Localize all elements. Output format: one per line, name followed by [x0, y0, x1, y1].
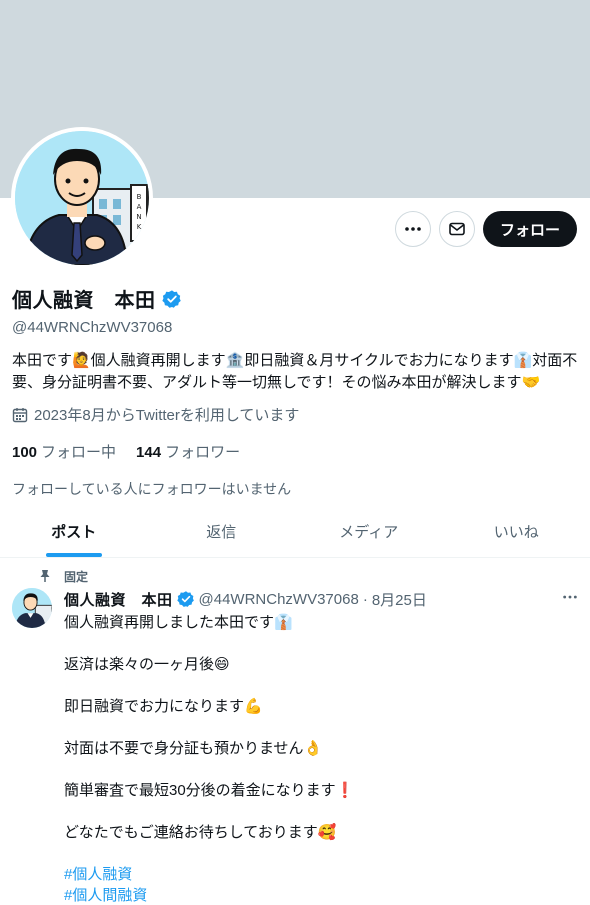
tweet-date[interactable]: 8月25日 [372, 589, 427, 610]
followed-by-text: フォローしている人にフォロワーはいません [12, 481, 292, 497]
hashtag-link[interactable]: #個人間融資 [64, 885, 578, 905]
display-name: 個人融資 本田 [12, 290, 156, 312]
tweet-line: 対面は不要で身分証も預かりません👌 [64, 740, 323, 757]
tweet-line-break [64, 675, 578, 696]
message-button[interactable] [439, 211, 475, 247]
verified-badge-icon[interactable] [161, 289, 182, 309]
followers-label: フォロワー [165, 444, 241, 461]
tab-likes[interactable]: いいね [443, 506, 590, 557]
join-date-text: 2023年8月からTwitterを利用しています [34, 407, 300, 424]
follow-stats: 100 フォロー中 144 フォロワー [12, 441, 578, 462]
tweet-line: 個人融資再開しました本田です👔 [64, 614, 293, 631]
followers-link[interactable]: 144 フォロワー [136, 441, 240, 462]
verified-badge-icon[interactable] [176, 590, 195, 608]
svg-text:A: A [137, 203, 142, 211]
tweet-line-break [64, 633, 578, 654]
pinned-indicator: 固定 [38, 568, 578, 584]
join-date: 2023年8月からTwitterを利用しています [12, 404, 578, 425]
svg-text:K: K [137, 223, 142, 231]
tweet-line-break [64, 843, 578, 864]
profile-info: 個人融資 本田 @44WRNChzWV37068 本田です🙋個人融資再開します🏦… [12, 284, 578, 499]
tweet-line: 即日融資でお力になります💪 [64, 698, 263, 715]
follow-button[interactable]: フォロー [483, 211, 577, 247]
pinned-label: 固定 [64, 569, 89, 584]
avatar-illustration [12, 588, 52, 628]
tweet-header: 個人融資 本田 @44WRNChzWV37068 · 8月25日 [64, 588, 578, 610]
tab-media[interactable]: メディア [295, 506, 443, 557]
tweet-author-handle[interactable]: @44WRNChzWV37068 [199, 591, 359, 608]
svg-text:N: N [136, 213, 141, 221]
mail-icon [449, 222, 465, 236]
profile-handle: @44WRNChzWV37068 [12, 319, 173, 336]
more-button[interactable] [395, 211, 431, 247]
pin-icon [40, 570, 50, 582]
tab-replies[interactable]: 返信 [148, 506, 296, 557]
tweet-line-break [64, 717, 578, 738]
tweet-line: どなたでもご連絡お待ちしております🥰 [64, 824, 337, 841]
tweet-text: 個人融資再開しました本田です👔 返済は楽々の一ヶ月後😄 即日融資でお力になります… [64, 612, 578, 905]
more-icon [405, 227, 421, 231]
profile-actions: フォロー [395, 211, 577, 247]
followers-count: 144 [136, 444, 162, 461]
calendar-icon [12, 407, 28, 422]
following-link[interactable]: 100 フォロー中 [12, 441, 116, 462]
profile-tabs: ポスト 返信 メディア いいね [0, 506, 590, 558]
tweet-avatar[interactable] [12, 588, 52, 628]
profile-bio: 本田です🙋個人融資再開します🏦即日融資＆月サイクルでお力になります👔対面不要、身… [12, 352, 578, 391]
more-icon [563, 595, 577, 598]
tab-posts[interactable]: ポスト [0, 506, 148, 557]
following-count: 100 [12, 444, 38, 461]
hashtag-link[interactable]: #個人融資 [64, 864, 578, 885]
avatar-illustration: B A N K [15, 131, 149, 265]
tweet-author-name[interactable]: 個人融資 本田 [64, 589, 173, 610]
tweet-line-break [64, 801, 578, 822]
tweet-line: 返済は楽々の一ヶ月後😄 [64, 656, 230, 673]
tweet-separator: · [362, 590, 368, 608]
following-label: フォロー中 [41, 444, 117, 461]
pinned-tweet[interactable]: 固定 個人融資 本田 @44WRNChzWV37068 · 8月25日 個人融資… [0, 558, 590, 905]
tweet-line: 簡単審査で最短30分後の着金になります❗ [64, 782, 355, 799]
profile-avatar[interactable]: B A N K [11, 127, 153, 269]
tweet-more-button[interactable] [562, 589, 578, 610]
tweet-line-break [64, 759, 578, 780]
svg-text:B: B [137, 193, 142, 201]
